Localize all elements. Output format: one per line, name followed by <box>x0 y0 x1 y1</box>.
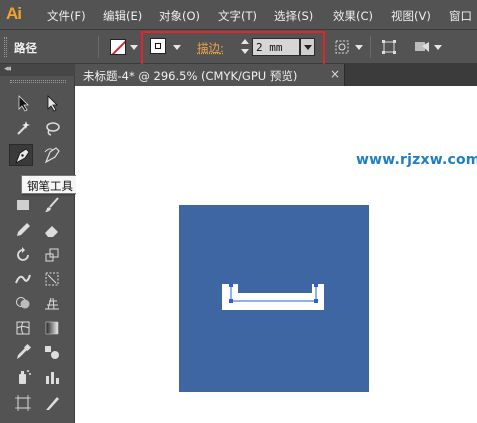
menu-file[interactable]: 文件(F) <box>47 8 86 24</box>
pen-tool[interactable] <box>9 144 33 166</box>
eraser-icon <box>43 221 61 239</box>
bar-chart-icon <box>43 368 61 386</box>
tools-panel-grip[interactable] <box>10 80 66 83</box>
menu-select[interactable]: 选择(S) <box>274 8 313 24</box>
anchor-point[interactable] <box>229 299 233 303</box>
stroke-weight-dropdown[interactable] <box>300 38 315 56</box>
style-dropdown-arrow-icon[interactable] <box>355 45 363 50</box>
selection-type-label: 路径 <box>14 40 37 56</box>
perspective-grid-tool[interactable] <box>40 292 64 314</box>
curvature-pen-icon <box>43 146 61 164</box>
tools-panel-header: ◂◂ <box>0 64 75 76</box>
no-fill-slash-icon <box>111 40 126 55</box>
close-icon[interactable]: × <box>330 67 340 81</box>
document-tab-bar: 未标题-4* @ 296.5% (CMYK/GPU 预览) × <box>75 64 477 86</box>
scale-icon <box>43 246 61 264</box>
document-tab-label: 未标题-4* @ 296.5% (CMYK/GPU 预览) <box>83 68 297 84</box>
stepper-up-icon[interactable] <box>241 39 249 44</box>
toolbar-divider <box>98 36 99 58</box>
eraser-tool[interactable] <box>40 219 64 241</box>
width-icon <box>14 270 32 288</box>
stroke-swatch-inner <box>155 43 161 49</box>
panel-grip[interactable] <box>4 37 7 57</box>
graphic-style-button[interactable] <box>334 36 354 58</box>
app-logo: Ai <box>6 4 21 24</box>
paintbrush-tool[interactable] <box>40 194 64 216</box>
shape-builder-icon <box>14 294 32 312</box>
menu-view[interactable]: 视图(V) <box>391 8 431 24</box>
stroke-color-swatch[interactable] <box>150 38 166 54</box>
fill-swatch[interactable] <box>110 39 126 55</box>
fill-dropdown-arrow-icon[interactable] <box>130 45 138 50</box>
perspective-grid-icon <box>43 294 61 312</box>
selection-tool[interactable] <box>11 92 35 114</box>
menu-window[interactable]: 窗口 <box>449 8 472 24</box>
watermark-text: www.rjzxw.com <box>356 152 477 168</box>
stroke-label[interactable]: 描边: <box>197 40 224 56</box>
isolate-icon <box>412 36 432 58</box>
lasso-tool[interactable] <box>40 117 64 139</box>
mesh-tool[interactable] <box>11 317 35 339</box>
knife-icon <box>43 394 61 412</box>
anchor-point[interactable] <box>314 283 318 287</box>
transform-dropdown-arrow-icon[interactable] <box>434 45 442 50</box>
pencil-icon <box>14 221 32 239</box>
stroke-label-colon: : <box>220 41 224 55</box>
blend-tool[interactable] <box>40 341 64 363</box>
gradient-icon <box>43 319 61 337</box>
width-tool[interactable] <box>11 268 35 290</box>
slice-tool[interactable] <box>40 392 64 414</box>
chevron-down-icon <box>304 45 312 50</box>
column-graph-tool[interactable] <box>40 366 64 388</box>
menu-effect[interactable]: 效果(C) <box>333 8 373 24</box>
menu-edit[interactable]: 编辑(E) <box>103 8 142 24</box>
anchor-point[interactable] <box>314 299 318 303</box>
artboard-tool[interactable] <box>11 392 35 414</box>
toolbar-divider <box>370 36 371 58</box>
artboard-icon <box>14 394 32 412</box>
anchor-point[interactable] <box>229 283 233 287</box>
spray-can-icon <box>14 368 32 386</box>
eyedropper-tool[interactable] <box>11 341 35 363</box>
symbol-sprayer-tool[interactable] <box>11 366 35 388</box>
eyedropper-icon <box>14 343 32 361</box>
graphic-style-icon <box>334 36 354 58</box>
rectangle-tool[interactable] <box>11 194 35 216</box>
collapse-panel-icon[interactable]: ◂◂ <box>4 64 9 74</box>
transform-icon <box>380 36 400 58</box>
stroke-weight-stepper[interactable] <box>239 37 251 57</box>
menu-type[interactable]: 文字(T) <box>218 8 257 24</box>
blend-icon <box>43 343 61 361</box>
pencil-tool[interactable] <box>11 219 35 241</box>
mesh-icon <box>14 319 32 337</box>
rotate-icon <box>14 246 32 264</box>
transform-button[interactable] <box>380 36 400 58</box>
stroke-label-text: 描边 <box>197 41 220 55</box>
arrow-icon <box>14 94 32 112</box>
pen-nib-icon <box>13 147 31 165</box>
free-transform-icon <box>43 270 61 288</box>
gradient-tool[interactable] <box>40 317 64 339</box>
u-shaped-path-artwork[interactable] <box>219 279 329 319</box>
rectangle-icon <box>14 196 32 214</box>
scale-tool[interactable] <box>40 244 64 266</box>
menu-bar: Ai 文件(F) 编辑(E) 对象(O) 文字(T) 选择(S) 效果(C) 视… <box>0 0 477 30</box>
isolate-button[interactable] <box>412 36 432 58</box>
paintbrush-icon <box>43 196 61 214</box>
magic-wand-tool[interactable] <box>11 117 35 139</box>
hollow-arrow-icon <box>43 94 61 112</box>
magic-wand-icon <box>14 119 32 137</box>
rotate-tool[interactable] <box>11 244 35 266</box>
document-tab[interactable]: 未标题-4* @ 296.5% (CMYK/GPU 预览) × <box>75 64 345 86</box>
stepper-down-icon[interactable] <box>241 49 249 54</box>
stroke-weight-input[interactable]: 2 mm <box>252 38 300 56</box>
free-transform-tool[interactable] <box>40 268 64 290</box>
menu-object[interactable]: 对象(O) <box>159 8 200 24</box>
direct-selection-tool[interactable] <box>40 92 64 114</box>
shape-builder-tool[interactable] <box>11 292 35 314</box>
lasso-icon <box>43 119 61 137</box>
curvature-tool[interactable] <box>40 144 64 166</box>
